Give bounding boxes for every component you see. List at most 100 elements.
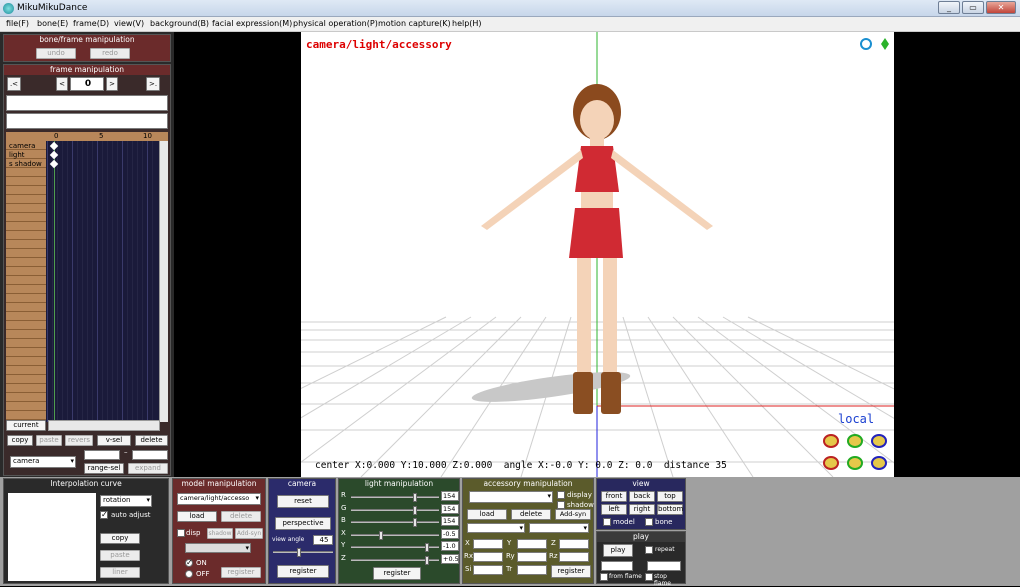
acc-ry-input[interactable] — [517, 552, 547, 562]
move-x-icon[interactable] — [823, 456, 839, 470]
view-angle-slider[interactable] — [273, 548, 333, 557]
paste-frame-button[interactable]: paste — [36, 435, 62, 446]
timeline-track-row[interactable] — [6, 348, 46, 357]
light-y-slider[interactable] — [351, 543, 439, 552]
redo-button[interactable]: redo — [90, 48, 130, 59]
timeline-track-row[interactable] — [6, 393, 46, 402]
accessory-display-checkbox[interactable] — [557, 491, 565, 499]
accessory-delete-button[interactable]: delete — [511, 509, 551, 520]
timeline-track-row[interactable] — [6, 186, 46, 195]
timeline-hscrollbar[interactable] — [48, 420, 160, 431]
view-back-button[interactable]: back — [629, 491, 655, 502]
timeline[interactable]: 0 5 10 camera light s shadow — [6, 132, 168, 422]
stop-frame-checkbox[interactable] — [645, 573, 653, 581]
menu-bone[interactable]: bone(E) — [37, 19, 68, 28]
timeline-track-row[interactable] — [6, 195, 46, 204]
next-frame-button[interactable]: > — [106, 77, 118, 91]
model-load-button[interactable]: load — [177, 511, 217, 522]
acc-y-input[interactable] — [517, 539, 547, 549]
accessory-load-button[interactable]: load — [467, 509, 507, 520]
menu-file[interactable]: file(F) — [6, 19, 29, 28]
camera-register-button[interactable]: register — [277, 565, 329, 578]
model-shadow-button[interactable]: shadow — [207, 528, 233, 539]
undo-button[interactable]: undo — [36, 48, 76, 59]
repeat-checkbox[interactable] — [645, 546, 653, 554]
acc-si-input[interactable] — [473, 565, 503, 575]
timeline-track-row[interactable] — [6, 366, 46, 375]
timeline-track-row[interactable] — [6, 402, 46, 411]
reverse-paste-button[interactable]: revers — [65, 435, 93, 446]
view-angle-input[interactable]: 45 — [313, 535, 333, 545]
light-b-input[interactable]: 154 — [441, 516, 459, 526]
menu-facial-expression[interactable]: facial expression(M) — [212, 19, 292, 28]
menu-help[interactable]: help(H) — [452, 19, 482, 28]
light-x-input[interactable]: -0.5 — [441, 528, 459, 539]
move-y-icon[interactable] — [847, 456, 863, 470]
on-radio[interactable] — [185, 558, 193, 567]
from-frame-input[interactable] — [601, 561, 633, 571]
accessory-parent-select[interactable] — [529, 523, 589, 533]
off-radio[interactable] — [185, 570, 193, 578]
timeline-vscrollbar[interactable] — [159, 141, 168, 422]
model-register-button[interactable]: register — [221, 567, 261, 578]
track-self-shadow[interactable]: s shadow — [9, 160, 42, 168]
prev-key-button[interactable]: .< — [7, 77, 21, 91]
play-button[interactable]: play — [603, 544, 633, 557]
menu-frame[interactable]: frame(D) — [73, 19, 109, 28]
view-model-checkbox[interactable] — [603, 518, 611, 526]
interp-liner-button[interactable]: liner — [100, 567, 140, 578]
timeline-track-row[interactable] — [6, 267, 46, 276]
timeline-track-row[interactable] — [6, 357, 46, 366]
frame-number-input[interactable]: 0 — [70, 77, 104, 91]
light-g-input[interactable]: 154 — [441, 503, 459, 514]
camera-reset-button[interactable]: reset — [277, 495, 329, 508]
accessory-bone-select[interactable] — [467, 523, 525, 533]
interpolation-curve-canvas[interactable] — [8, 493, 96, 581]
light-b-slider[interactable] — [351, 518, 439, 527]
light-r-input[interactable]: 154 — [441, 491, 459, 501]
rotate-y-icon[interactable] — [847, 434, 863, 448]
auto-adjust-checkbox[interactable] — [100, 510, 108, 519]
model-delete-button[interactable]: delete — [221, 511, 261, 522]
interpolation-type-select[interactable]: rotation — [100, 495, 152, 507]
move-z-icon[interactable] — [871, 456, 887, 470]
timeline-track-row[interactable] — [6, 276, 46, 285]
interp-copy-button[interactable]: copy — [100, 533, 140, 544]
light-y-input[interactable]: -1.0 — [441, 541, 459, 551]
timeline-track-row[interactable] — [6, 339, 46, 348]
menu-physical-operation[interactable]: physical operation(P) — [293, 19, 378, 28]
menu-view[interactable]: view(V) — [114, 19, 144, 28]
accessory-shadow-checkbox[interactable] — [557, 501, 565, 509]
v-sel-button[interactable]: v-sel — [97, 435, 131, 446]
perspective-button[interactable]: perspective — [275, 517, 331, 530]
timeline-track-row[interactable] — [6, 231, 46, 240]
acc-x-input[interactable] — [473, 539, 503, 549]
view-bone-checkbox[interactable] — [645, 518, 653, 526]
close-button[interactable]: ✕ — [986, 1, 1016, 14]
local-label[interactable]: local — [838, 412, 874, 426]
light-g-slider[interactable] — [351, 505, 439, 515]
acc-tr-input[interactable] — [517, 565, 547, 575]
target-select[interactable]: camera — [10, 456, 76, 468]
light-z-input[interactable]: +0.5 — [441, 553, 459, 564]
timeline-track-row[interactable] — [6, 213, 46, 222]
timeline-track-row[interactable] — [6, 177, 46, 186]
timeline-track-row[interactable] — [6, 303, 46, 312]
delete-frame-button[interactable]: delete — [135, 435, 168, 446]
minimize-button[interactable]: _ — [938, 1, 960, 14]
rotate-z-icon[interactable] — [871, 434, 887, 448]
light-z-slider[interactable] — [351, 555, 439, 565]
track-light[interactable]: light — [9, 151, 25, 159]
view-bottom-button[interactable]: bottom — [657, 504, 683, 515]
next-key-button[interactable]: >. — [146, 77, 160, 91]
acc-rx-input[interactable] — [473, 552, 503, 562]
model-select[interactable]: camera/light/accesso — [177, 493, 261, 505]
timeline-track-row[interactable] — [6, 375, 46, 384]
timeline-track-row[interactable] — [6, 330, 46, 339]
view-front-button[interactable]: front — [601, 491, 627, 502]
light-r-slider[interactable] — [351, 493, 439, 502]
timeline-track-row[interactable] — [6, 285, 46, 294]
timeline-track-row[interactable] — [6, 258, 46, 267]
view-left-button[interactable]: left — [601, 504, 627, 515]
timeline-track-row[interactable] — [6, 312, 46, 321]
